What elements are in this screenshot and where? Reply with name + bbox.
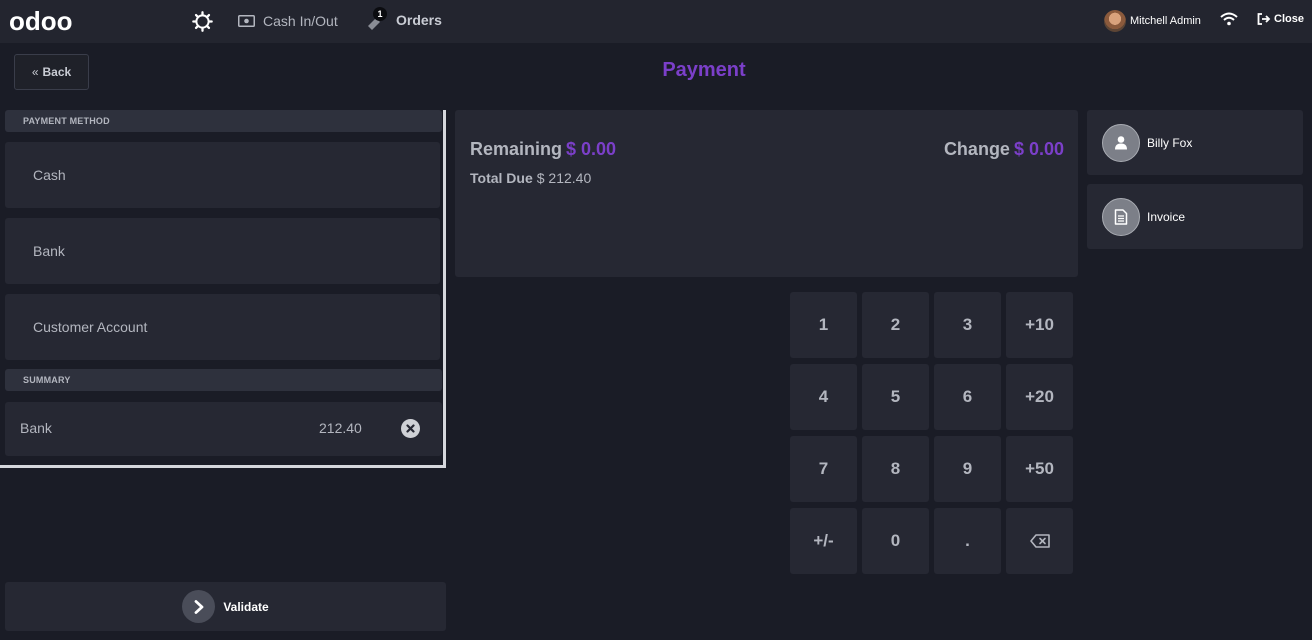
sign-out-icon <box>1257 13 1271 25</box>
numpad-key-5[interactable]: 5 <box>862 364 929 430</box>
change: Change $ 0.00 <box>944 139 1064 160</box>
close-button[interactable]: Close <box>1257 13 1304 25</box>
payment-line-name: Bank <box>20 420 52 436</box>
remaining-label: Remaining <box>470 139 563 159</box>
invoice-label: Invoice <box>1147 209 1186 224</box>
numpad-key-1[interactable]: 1 <box>790 292 857 358</box>
payment-method-bank[interactable]: Bank <box>5 218 440 284</box>
cash-in-out-button[interactable]: Cash In/Out <box>238 10 338 32</box>
numpad-key-7[interactable]: 7 <box>790 436 857 502</box>
total-due-label: Total Due <box>470 170 533 186</box>
payment-method-heading: PAYMENT METHOD <box>5 110 442 132</box>
settings-gear-icon[interactable] <box>192 11 213 32</box>
change-label: Change <box>943 139 1010 159</box>
orders-count-badge: 1 <box>373 7 387 21</box>
user-name: Mitchell Admin <box>1130 15 1201 27</box>
delete-payment-line-icon[interactable] <box>401 419 420 438</box>
numpad-key-plus-50[interactable]: +50 <box>1006 436 1073 502</box>
payment-line[interactable]: Bank 212.40 <box>5 402 442 456</box>
numpad-key-4[interactable]: 4 <box>790 364 857 430</box>
wifi-icon <box>1220 12 1238 26</box>
numpad-key-3[interactable]: 3 <box>934 292 1001 358</box>
invoice-button[interactable]: Invoice <box>1087 184 1303 249</box>
summary-heading: SUMMARY <box>5 369 442 391</box>
double-chevron-left-icon: « <box>31 65 39 79</box>
page-title: Payment <box>662 59 746 81</box>
payment-method-customer-account[interactable]: Customer Account <box>5 294 440 360</box>
backspace-icon <box>1029 534 1050 548</box>
payment-line-amount: 212.40 <box>319 420 362 436</box>
numpad-key-0[interactable]: 0 <box>862 508 929 574</box>
payment-status-box: Remaining $ 0.00 Change $ 0.00 Total Due $ … <box>455 110 1078 277</box>
orders-button[interactable]: 1 Orders <box>366 7 442 32</box>
back-label: Back <box>42 65 72 79</box>
orders-label: Orders <box>396 12 442 28</box>
user-menu[interactable]: Mitchell Admin <box>1104 10 1201 32</box>
numpad-key-plus-20[interactable]: +20 <box>1006 364 1073 430</box>
cash-in-out-label: Cash In/Out <box>263 13 338 29</box>
numpad-key-2[interactable]: 2 <box>862 292 929 358</box>
validate-button[interactable]: Validate <box>5 582 446 631</box>
customer-button[interactable]: Billy Fox <box>1087 110 1303 175</box>
cash-icon <box>238 15 255 27</box>
odoo-logo: odoo <box>9 6 73 36</box>
top-bar: odoo Cash In/Out 1 Orders Mitchell Admin <box>0 0 1312 43</box>
payment-method-cash[interactable]: Cash <box>5 142 440 208</box>
validate-label: Validate <box>223 599 269 614</box>
numpad-backspace-key[interactable] <box>1006 508 1073 574</box>
document-icon <box>1102 197 1140 236</box>
numpad-key-6[interactable]: 6 <box>934 364 1001 430</box>
total-due-value: $ 212.40 <box>536 170 592 186</box>
numpad-key-plus-minus[interactable]: +/- <box>790 508 857 574</box>
customer-name: Billy Fox <box>1147 135 1193 150</box>
total-due: Total Due $ 212.40 <box>470 170 591 186</box>
ticket-icon: 1 <box>366 7 387 30</box>
numpad-key-8[interactable]: 8 <box>862 436 929 502</box>
chevron-right-icon <box>182 590 216 623</box>
avatar <box>1104 10 1126 32</box>
numpad-key-decimal[interactable]: . <box>934 508 1001 574</box>
user-icon <box>1102 123 1140 162</box>
payment-left-panel: PAYMENT METHOD Cash Bank Customer Accoun… <box>0 110 446 468</box>
numpad-key-plus-10[interactable]: +10 <box>1006 292 1073 358</box>
back-button[interactable]: « Back <box>14 54 89 90</box>
numpad-key-9[interactable]: 9 <box>934 436 1001 502</box>
close-label: Close <box>1274 13 1304 25</box>
numpad: 1 2 3 +10 4 5 6 +20 7 8 9 +50 +/- 0 . <box>790 292 1074 574</box>
remaining-value: $ 0.00 <box>566 139 617 159</box>
remaining: Remaining $ 0.00 <box>470 139 616 160</box>
change-value: $ 0.00 <box>1013 139 1064 159</box>
